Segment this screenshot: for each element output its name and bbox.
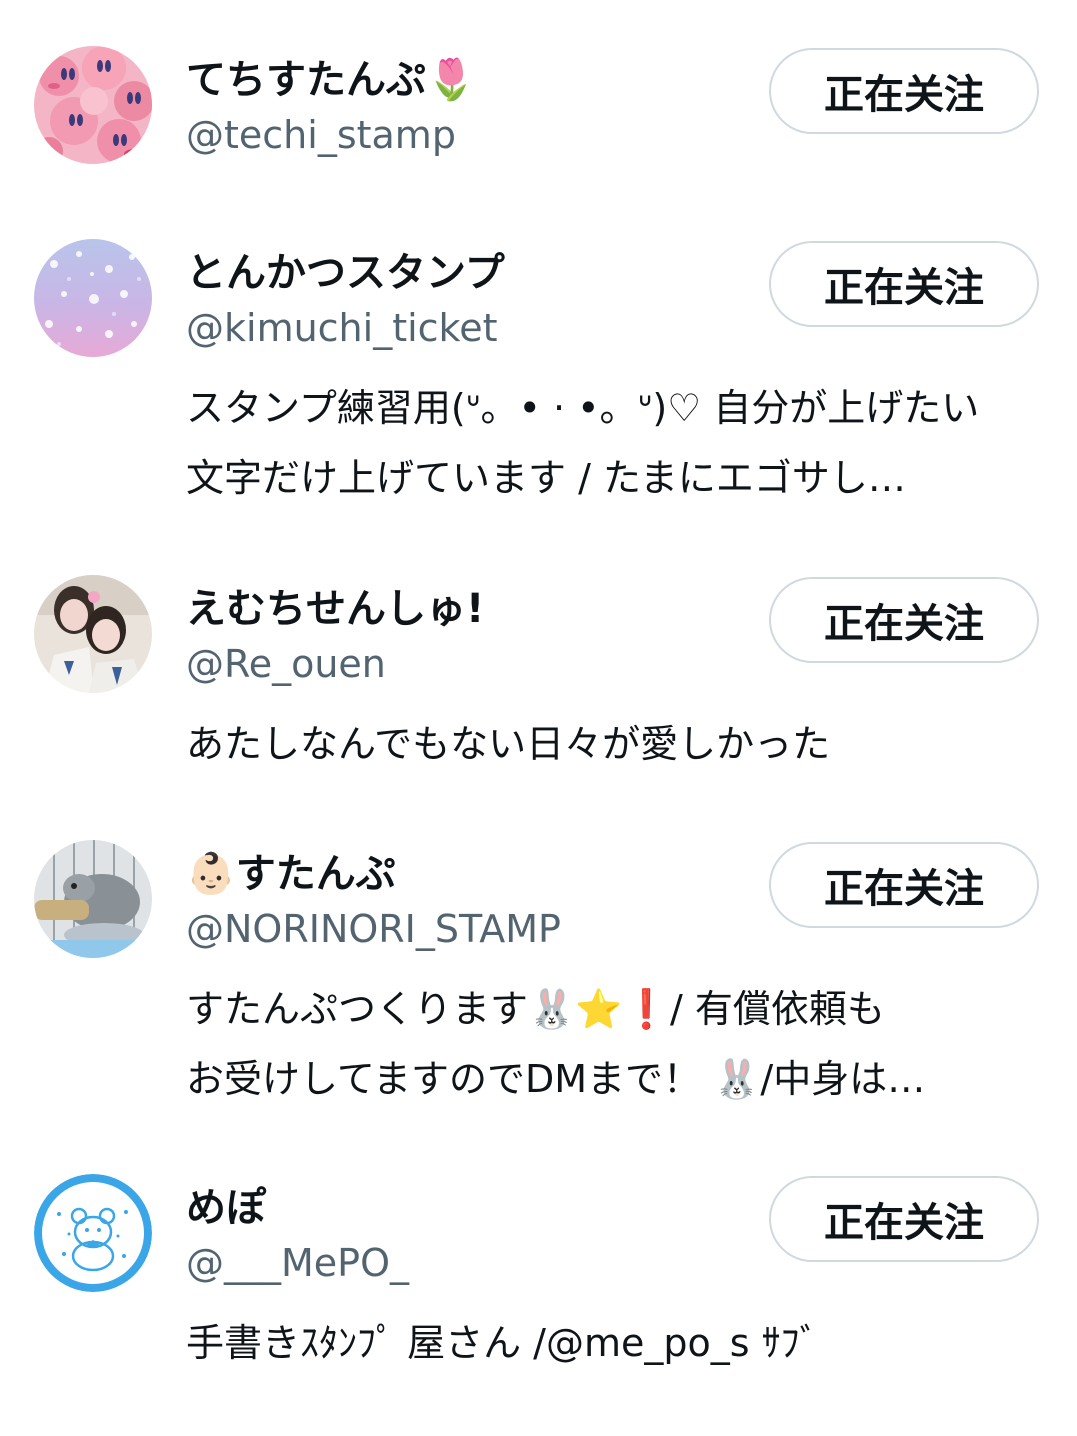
user-avatar[interactable] [34,840,152,958]
display-name[interactable]: てちすたんぷ🌷 [186,56,476,104]
user-avatar[interactable] [34,239,152,357]
user-bio: 手書きｽﾀﾝﾌﾟ 屋さん /@me_po_s ｻﾌﾞ [186,1321,819,1365]
user-handle[interactable]: @___MePO_ [186,1240,409,1286]
user-bio: スタンプ練習用(ᐡ。• · •。ᐡ)♡ 自分が上げたい 文字だけ上げています /… [186,386,980,500]
user-row[interactable]: めぽ @___MePO_ 手書きｽﾀﾝﾌﾟ 屋さん /@me_po_s ｻﾌﾞ … [0,1174,1077,1374]
display-name[interactable]: とんかつスタンプ [186,249,505,297]
display-name[interactable]: えむちせんしゅ! [186,585,484,633]
user-handle[interactable]: @techi_stamp [186,112,456,158]
following-button[interactable]: 正在关注 [769,577,1039,663]
following-button[interactable]: 正在关注 [769,241,1039,327]
user-avatar[interactable] [34,46,152,164]
following-list: てちすたんぷ🌷 @techi_stamp 正在关注 とんかつスタンプ @kimu… [0,0,1077,1436]
kirby-pattern-avatar-icon [34,46,152,164]
user-bio: あたしなんでもない日々が愛しかった [186,722,831,766]
bear-sketch-avatar-icon [34,1174,152,1292]
user-handle[interactable]: @NORINORI_STAMP [186,906,561,952]
star-pattern-avatar-icon [34,239,152,357]
user-handle[interactable]: @kimuchi_ticket [186,305,497,351]
user-row[interactable]: とんかつスタンプ @kimuchi_ticket スタンプ練習用(ᐡ。• · •… [0,239,1077,529]
user-row[interactable]: えむちせんしゅ! @Re_ouen あたしなんでもない日々が愛しかった 正在关注 [0,575,1077,775]
following-button[interactable]: 正在关注 [769,1176,1039,1262]
user-row[interactable]: 👶🏻すたんぷ @NORINORI_STAMP すたんぷつくります🐰⭐❗/ 有償依… [0,840,1077,1110]
following-button[interactable]: 正在关注 [769,842,1039,928]
user-avatar[interactable] [34,575,152,693]
display-name[interactable]: めぽ [186,1184,266,1232]
following-button[interactable]: 正在关注 [769,48,1039,134]
chinchilla-avatar-icon [34,840,152,958]
display-name[interactable]: 👶🏻すたんぷ [186,850,396,898]
photo-avatar-icon [34,575,152,693]
user-handle[interactable]: @Re_ouen [186,641,386,687]
user-avatar[interactable] [34,1174,152,1292]
user-bio: すたんぷつくります🐰⭐❗/ 有償依頼も お受けしてますのでDMまで！ 🐰/中身は… [186,987,926,1101]
user-row[interactable]: てちすたんぷ🌷 @techi_stamp 正在关注 [0,46,1077,186]
